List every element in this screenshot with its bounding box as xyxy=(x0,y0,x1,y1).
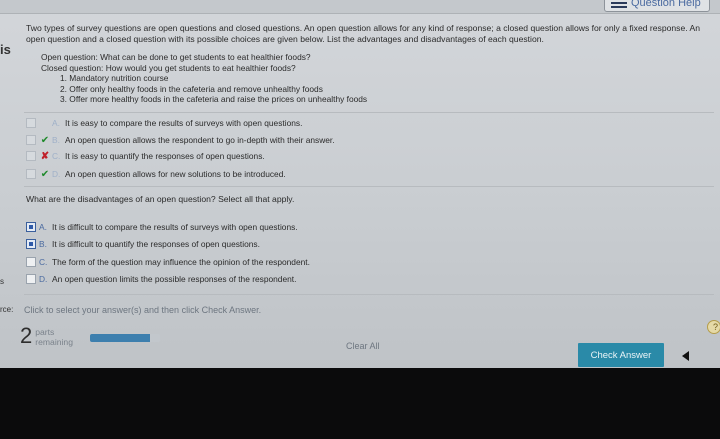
back-arrow-icon[interactable] xyxy=(682,351,689,361)
part2-option-c[interactable]: C. The form of the question may influenc… xyxy=(26,256,310,268)
closed-choice: 3. Offer more healthy foods in the cafet… xyxy=(60,94,368,104)
question-panel: Two types of survey questions are open q… xyxy=(0,0,720,368)
option-text: An open question allows the respondent t… xyxy=(65,135,335,145)
closed-question-text: Closed question: How would you get stude… xyxy=(41,62,296,73)
option-letter: D. xyxy=(52,169,61,179)
part1-option-d: ✔ D. An open question allows for new sol… xyxy=(26,168,286,180)
part1-option-a: A. It is easy to compare the results of … xyxy=(26,117,302,129)
closed-choice: 1. Mandatory nutrition course xyxy=(60,73,169,83)
closed-choice: 2. Offer only healthy foods in the cafet… xyxy=(60,83,323,94)
instruction-hint: Click to select your answer(s) and then … xyxy=(24,305,262,315)
help-question-icon[interactable]: ? xyxy=(707,320,720,334)
divider xyxy=(24,294,714,295)
divider xyxy=(24,112,714,113)
checkbox xyxy=(26,169,36,179)
part2-option-d[interactable]: D. An open question limits the possible … xyxy=(26,273,296,285)
option-text: It is easy to compare the results of sur… xyxy=(65,118,303,128)
checkbox[interactable] xyxy=(26,274,36,284)
checkbox xyxy=(26,151,36,161)
part1-option-c: ✘ C. It is easy to quantify the response… xyxy=(26,150,265,162)
divider xyxy=(24,186,714,187)
open-question-text: Open question: What can be done to get s… xyxy=(41,52,311,62)
checkbox xyxy=(26,118,36,128)
correct-check-icon: ✔ xyxy=(40,134,50,146)
option-letter: A. xyxy=(52,118,60,128)
parts-remaining: 2 parts remaining xyxy=(20,323,73,348)
check-answer-button[interactable]: Check Answer xyxy=(578,343,664,367)
option-letter: B. xyxy=(39,239,47,249)
option-text: It is difficult to quantify the response… xyxy=(52,239,260,249)
question-examples: Open question: What can be done to get s… xyxy=(41,52,367,105)
progress-bar xyxy=(90,334,160,342)
remaining-label: remaining xyxy=(35,337,73,347)
option-letter: B. xyxy=(52,135,60,145)
part2-prompt: What are the disadvantages of an open qu… xyxy=(26,194,295,204)
option-text: An open question allows for new solution… xyxy=(65,169,286,179)
option-letter: C. xyxy=(39,257,48,267)
option-text: It is easy to quantify the responses of … xyxy=(65,151,265,161)
progress-fill xyxy=(90,334,150,342)
part2-option-b[interactable]: B. It is difficult to quantify the respo… xyxy=(26,238,260,250)
option-text: The form of the question may influence t… xyxy=(52,257,310,267)
option-text: It is difficult to compare the results o… xyxy=(52,222,298,232)
checkbox-checked[interactable] xyxy=(26,222,36,232)
incorrect-x-icon: ✘ xyxy=(40,150,50,162)
parts-label: parts xyxy=(35,327,55,337)
checkbox[interactable] xyxy=(26,257,36,267)
part1-option-b: ✔ B. An open question allows the respond… xyxy=(26,134,335,146)
screen: Question Help is s rce: Two types of sur… xyxy=(0,0,720,368)
correct-check-icon: ✔ xyxy=(40,168,50,180)
option-text: An open question limits the possible res… xyxy=(52,274,297,284)
option-letter: D. xyxy=(39,274,48,284)
option-letter: A. xyxy=(39,222,47,232)
checkbox xyxy=(26,135,36,145)
parts-count: 2 xyxy=(20,323,33,348)
option-letter: C. xyxy=(52,151,61,161)
checkbox-checked[interactable] xyxy=(26,239,36,249)
part2-option-a[interactable]: A. It is difficult to compare the result… xyxy=(26,221,298,233)
clear-all-button[interactable]: Clear All xyxy=(346,341,380,351)
question-intro: Two types of survey questions are open q… xyxy=(26,23,701,44)
